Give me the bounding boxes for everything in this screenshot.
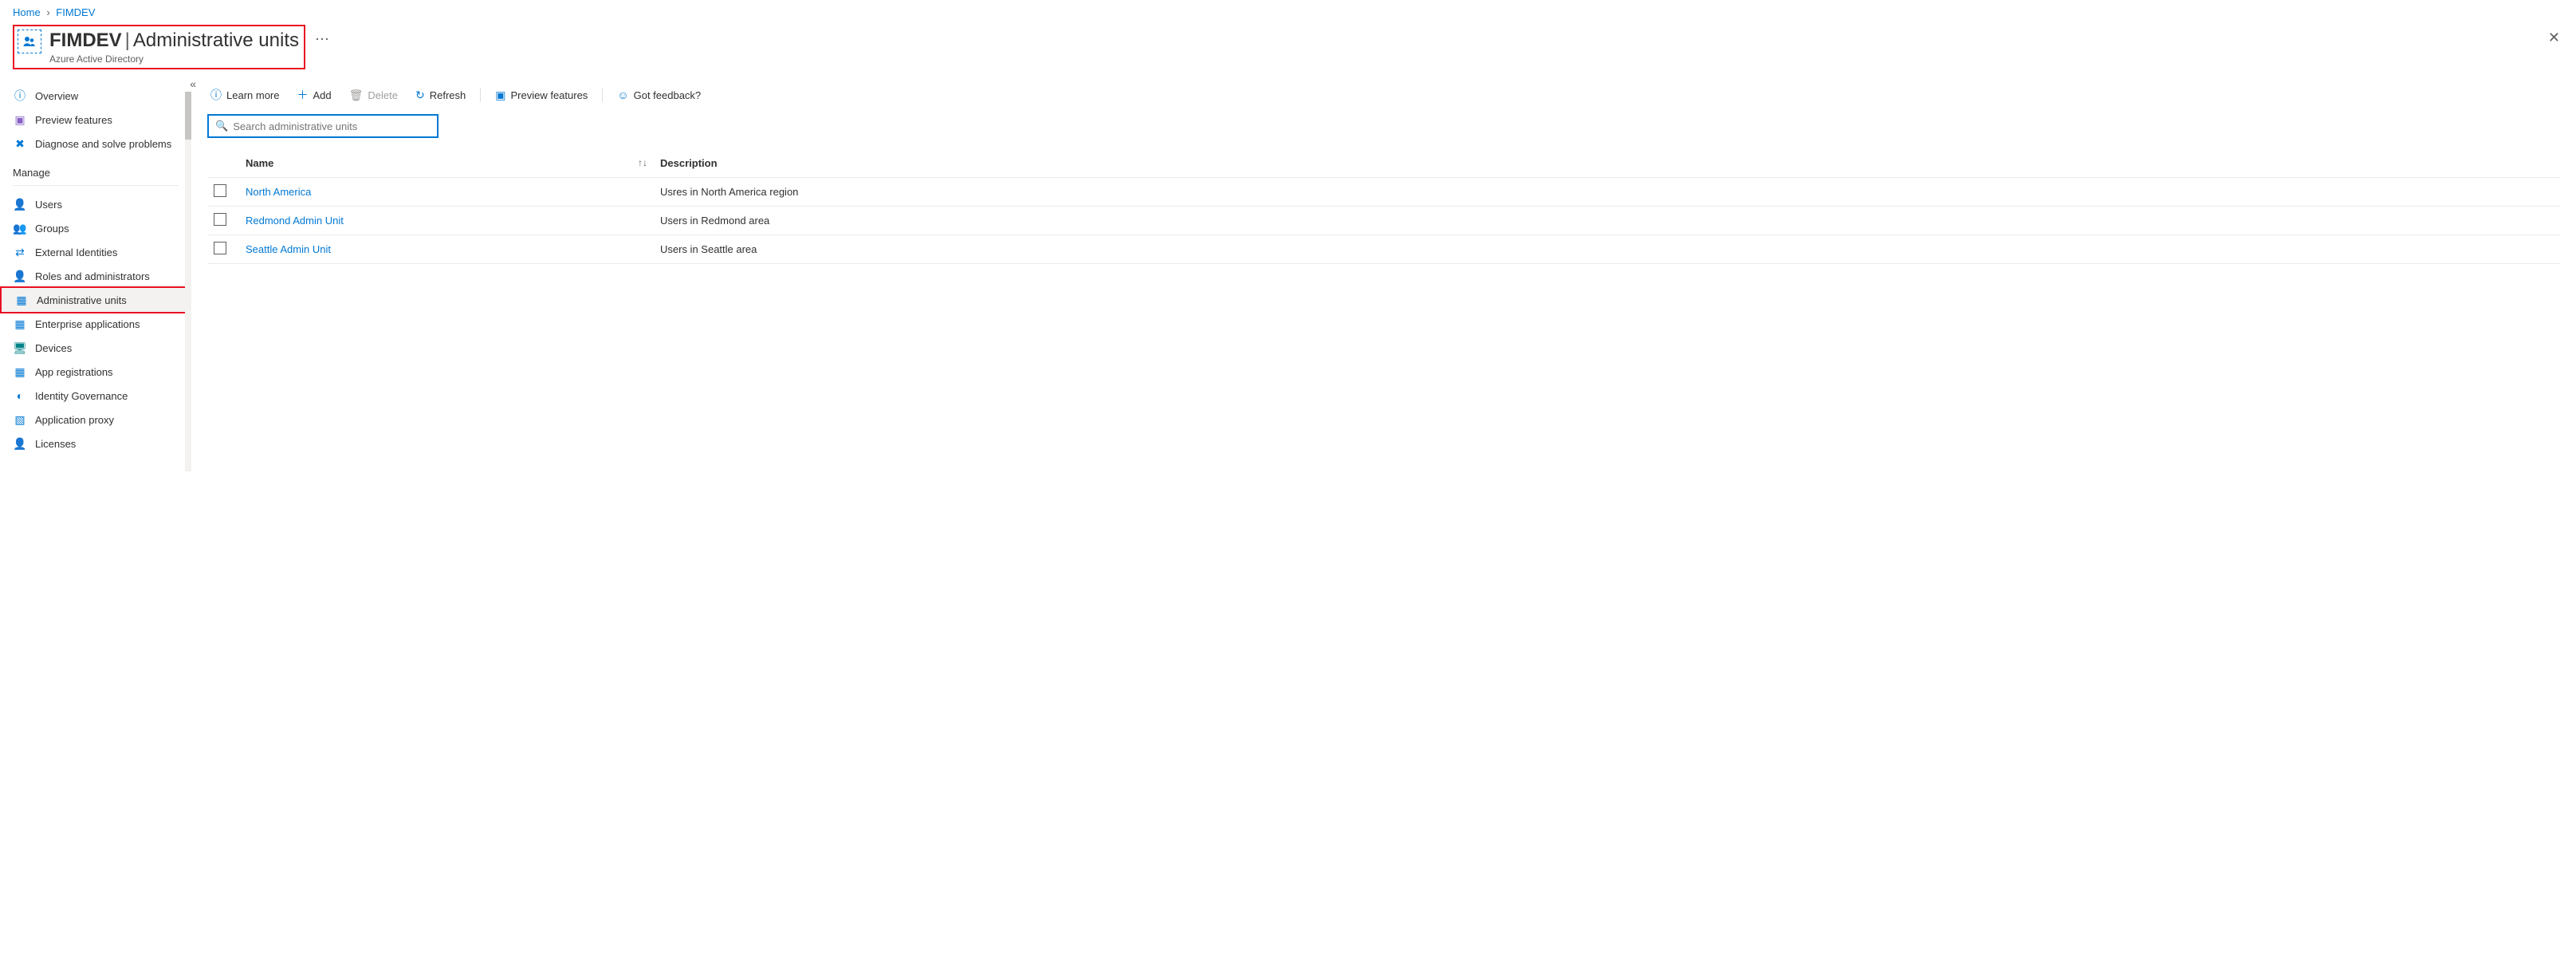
group-icon: 👥 xyxy=(13,221,27,235)
close-button[interactable]: ✕ xyxy=(2548,30,2560,46)
row-name-link[interactable]: Redmond Admin Unit xyxy=(246,215,344,227)
roles-icon: 👤 xyxy=(13,269,27,283)
row-checkbox[interactable] xyxy=(214,242,226,254)
feedback-icon: ☺ xyxy=(617,89,628,101)
licenses-icon: 👤 xyxy=(13,436,27,451)
sidebar-item-application-proxy[interactable]: ▧ Application proxy xyxy=(0,408,191,432)
sidebar-item-label: Application proxy xyxy=(35,414,114,426)
plus-icon: ＋ xyxy=(297,87,308,103)
sidebar-item-diagnose-and-solve-problems[interactable]: ✖ Diagnose and solve problems xyxy=(0,132,191,156)
appreg-icon: ▦ xyxy=(13,365,27,379)
add-button[interactable]: ＋ Add xyxy=(293,85,334,104)
table-row[interactable]: North America Usres in North America regi… xyxy=(207,178,2560,207)
row-description: Usres in North America region xyxy=(654,178,2560,207)
preview-icon: ▣ xyxy=(13,112,27,127)
adminunits-icon: ▦ xyxy=(14,293,29,307)
sidebar-item-external-identities[interactable]: ⇄ External Identities xyxy=(0,240,191,264)
sidebar-item-label: Preview features xyxy=(35,114,112,126)
appproxy-icon: ▧ xyxy=(13,412,27,427)
sidebar-item-label: Enterprise applications xyxy=(35,318,140,330)
breadcrumb: Home › FIMDEV xyxy=(0,0,2576,22)
row-checkbox[interactable] xyxy=(214,184,226,197)
refresh-button[interactable]: ↻ Refresh xyxy=(412,87,469,104)
sidebar-item-label: Identity Governance xyxy=(35,390,128,402)
sidebar-item-label: App registrations xyxy=(35,366,113,378)
row-description: Users in Seattle area xyxy=(654,235,2560,264)
table-row[interactable]: Redmond Admin Unit Users in Redmond area xyxy=(207,207,2560,235)
breadcrumb-item[interactable]: FIMDEV xyxy=(56,6,95,18)
refresh-icon: ↻ xyxy=(415,89,425,102)
sidebar-item-enterprise-applications[interactable]: ▦ Enterprise applications xyxy=(0,312,191,336)
page-header: FIMDEV|Administrative units Azure Active… xyxy=(0,22,2576,77)
sidebar-item-roles-and-administrators[interactable]: 👤 Roles and administrators xyxy=(0,264,191,288)
page-title: FIMDEV|Administrative units xyxy=(49,30,299,52)
sidebar-item-label: Groups xyxy=(35,223,69,235)
sidebar-item-label: Roles and administrators xyxy=(35,270,150,282)
row-name-link[interactable]: North America xyxy=(246,186,311,198)
more-button[interactable]: ⋯ xyxy=(315,31,329,48)
toolbar: ⓘ Learn more ＋ Add 🗑 Delete ↻ Refresh ▣ … xyxy=(207,77,2560,114)
separator xyxy=(602,88,603,102)
search-icon: 🔍 xyxy=(215,120,228,132)
sort-icon[interactable]: ↑↓ xyxy=(638,157,647,168)
scrollbar[interactable] xyxy=(185,92,191,471)
tenant-icon xyxy=(18,30,41,53)
sidebar-item-label: Overview xyxy=(35,90,78,102)
row-name-link[interactable]: Seattle Admin Unit xyxy=(246,243,331,255)
entapps-icon: ▦ xyxy=(13,317,27,331)
sidebar-item-preview-features[interactable]: ▣ Preview features xyxy=(0,108,191,132)
sidebar-item-users[interactable]: 👤 Users xyxy=(0,192,191,216)
sidebar-section-manage: Manage xyxy=(0,156,191,183)
external-icon: ⇄ xyxy=(13,245,27,259)
table-row[interactable]: Seattle Admin Unit Users in Seattle area xyxy=(207,235,2560,264)
user-icon: 👤 xyxy=(13,197,27,211)
breadcrumb-home[interactable]: Home xyxy=(13,6,41,18)
collapse-toggle[interactable]: « xyxy=(190,77,196,90)
sidebar-item-label: External Identities xyxy=(35,246,117,258)
breadcrumb-sep: › xyxy=(46,6,49,18)
feedback-button[interactable]: ☺ Got feedback? xyxy=(614,87,704,103)
sidebar-item-app-registrations[interactable]: ▦ App registrations xyxy=(0,360,191,384)
main-content: ⓘ Learn more ＋ Add 🗑 Delete ↻ Refresh ▣ … xyxy=(191,77,2576,471)
sidebar: « ⓘOverview▣Preview features✖Diagnose an… xyxy=(0,77,191,471)
header-highlight: FIMDEV|Administrative units Azure Active… xyxy=(13,25,305,69)
search-box[interactable]: 🔍 xyxy=(207,114,439,138)
sidebar-item-devices[interactable]: 🖥 Devices xyxy=(0,336,191,360)
sidebar-item-label: Administrative units xyxy=(37,294,127,306)
page-subtitle: Azure Active Directory xyxy=(49,53,299,65)
sidebar-item-overview[interactable]: ⓘ Overview xyxy=(0,84,191,108)
col-name[interactable]: Name ↑↓ xyxy=(239,149,654,178)
diagnose-icon: ✖ xyxy=(13,136,27,151)
sidebar-item-identity-governance[interactable]: ◐ Identity Governance xyxy=(0,384,191,408)
col-description[interactable]: Description xyxy=(654,149,2560,178)
row-checkbox[interactable] xyxy=(214,213,226,226)
separator xyxy=(480,88,481,102)
devices-icon: 🖥 xyxy=(13,341,27,355)
sidebar-item-administrative-units[interactable]: ▦ Administrative units xyxy=(0,286,191,313)
trash-icon: 🗑 xyxy=(349,89,364,102)
search-input[interactable] xyxy=(233,120,431,132)
sidebar-item-label: Users xyxy=(35,199,62,211)
delete-button: 🗑 Delete xyxy=(346,87,401,104)
sidebar-item-groups[interactable]: 👥 Groups xyxy=(0,216,191,240)
sidebar-item-label: Devices xyxy=(35,342,72,354)
sidebar-item-licenses[interactable]: 👤 Licenses xyxy=(0,432,191,455)
preview-features-button[interactable]: ▣ Preview features xyxy=(492,87,591,104)
info-icon: ⓘ xyxy=(13,89,27,103)
row-description: Users in Redmond area xyxy=(654,207,2560,235)
info-icon: ⓘ xyxy=(210,87,222,103)
preview-icon: ▣ xyxy=(495,89,505,102)
idgov-icon: ◐ xyxy=(13,388,27,403)
sidebar-item-label: Licenses xyxy=(35,438,76,450)
admin-units-table: Name ↑↓ Description North America Usres i… xyxy=(207,149,2560,264)
learn-more-button[interactable]: ⓘ Learn more xyxy=(207,85,282,104)
sidebar-item-label: Diagnose and solve problems xyxy=(35,138,171,150)
